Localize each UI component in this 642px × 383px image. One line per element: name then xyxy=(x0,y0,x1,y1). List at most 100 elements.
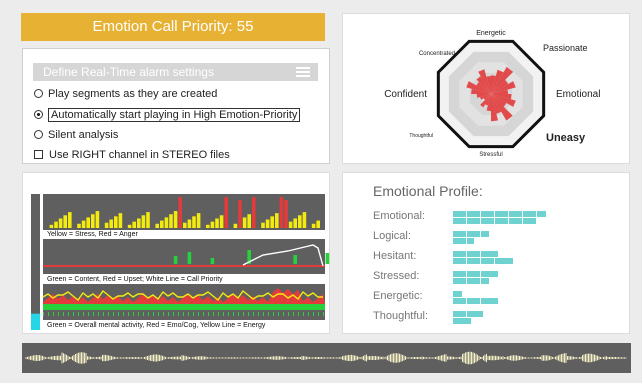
waveform-path xyxy=(25,351,627,365)
profile-bar-segment xyxy=(467,298,480,304)
profile-bar-segment xyxy=(509,211,522,217)
stress-bar xyxy=(238,200,242,228)
stress-bar xyxy=(265,219,270,228)
stress-bar xyxy=(288,221,293,228)
profile-bar-segment xyxy=(453,298,466,304)
stress-bar xyxy=(160,220,164,228)
alarm-settings-title: Define Real-Time alarm settings xyxy=(43,65,214,79)
profile-bar-segment xyxy=(453,251,466,257)
stress-bar xyxy=(49,224,54,228)
profile-bar-segment xyxy=(453,291,462,297)
activity-tick xyxy=(253,312,254,316)
radio-selected-icon[interactable] xyxy=(34,109,43,119)
profile-bar-segment xyxy=(495,258,513,264)
stress-bar xyxy=(247,214,251,228)
stress-bar xyxy=(178,197,182,228)
profile-bar-segment xyxy=(481,271,498,277)
profile-bar-segment xyxy=(467,311,483,317)
stress-bar xyxy=(63,215,67,228)
activity-tick xyxy=(188,312,189,316)
activity-tick xyxy=(93,312,94,316)
stress-bar xyxy=(224,197,228,228)
stress-bar xyxy=(210,221,215,228)
stress-bar xyxy=(192,216,196,228)
activity-tick xyxy=(298,312,299,316)
stress-bar xyxy=(293,218,297,228)
activity-tick xyxy=(168,312,169,316)
checkbox-right-channel[interactable]: Use RIGHT channel in STEREO files xyxy=(34,147,230,163)
graph3-caption: Green = Overall mental activity, Red = E… xyxy=(47,322,266,329)
stress-bar xyxy=(302,212,307,228)
alarm-settings-panel: Define Real-Time alarm settings Play seg… xyxy=(22,48,330,164)
stress-bar xyxy=(261,222,265,228)
profile-bar-segment xyxy=(481,298,498,304)
option-auto-play-high-priority[interactable]: Automatically start playing in High Emot… xyxy=(34,107,301,123)
activity-tick xyxy=(58,312,59,316)
checkbox-icon[interactable] xyxy=(34,149,43,159)
activity-tick xyxy=(308,312,309,316)
radio-icon[interactable] xyxy=(34,129,43,139)
option-label: Automatically start playing in High Emot… xyxy=(48,108,301,122)
profile-bar-segment xyxy=(467,218,480,224)
profile-label: Logical: xyxy=(373,230,411,242)
graph-area-2 xyxy=(43,239,325,274)
profile-bar-segment xyxy=(453,311,466,317)
stress-bar xyxy=(95,211,100,228)
profile-bar-segment xyxy=(481,251,498,257)
profile-bar-segment xyxy=(453,211,466,217)
profile-bar-segment xyxy=(467,278,480,284)
radar-label: Emotional xyxy=(556,89,600,100)
activity-tick xyxy=(323,312,324,316)
level-meter xyxy=(31,194,40,330)
activity-tick xyxy=(113,312,114,316)
profile-bar-segment xyxy=(453,271,466,277)
profile-bar-segment xyxy=(467,271,480,277)
profile-bar-segment xyxy=(453,258,466,264)
radio-icon[interactable] xyxy=(34,88,43,98)
activity-tick xyxy=(238,312,239,316)
graph1-caption: Yellow = Stress, Red = Anger xyxy=(47,231,138,238)
option-play-segments[interactable]: Play segments as they are created xyxy=(34,86,217,102)
activity-tick xyxy=(198,312,199,316)
option-silent-analysis[interactable]: Silent analysis xyxy=(34,127,118,143)
profile-label: Energetic: xyxy=(373,290,423,302)
profile-bar-segment xyxy=(495,218,508,224)
hamburger-menu-icon[interactable] xyxy=(296,67,310,77)
profile-bar-segment xyxy=(509,218,522,224)
stress-bar xyxy=(137,218,141,228)
level-meter-fill xyxy=(31,313,40,330)
activity-tick xyxy=(43,312,44,316)
activity-tick xyxy=(158,312,159,316)
stress-bar xyxy=(219,215,224,228)
activity-tick xyxy=(303,312,304,316)
stress-bar xyxy=(164,217,169,228)
stress-bar xyxy=(284,200,288,228)
activity-tick xyxy=(243,312,244,316)
profile-bar-segment xyxy=(467,238,474,244)
activity-tick xyxy=(278,312,279,316)
activity-tick xyxy=(68,312,69,316)
stress-bar xyxy=(68,212,72,228)
activity-tick xyxy=(138,312,139,316)
radar-label: Stressful xyxy=(479,152,502,158)
activity-tick xyxy=(73,312,74,316)
activity-tick xyxy=(183,312,184,316)
activity-tick xyxy=(208,312,209,316)
activity-tick xyxy=(173,312,174,316)
activity-tick xyxy=(103,312,104,316)
radar-label: Energetic xyxy=(476,30,506,37)
activity-tick xyxy=(283,312,284,316)
stress-bar xyxy=(187,219,192,228)
profile-bar-segment xyxy=(453,231,466,237)
activity-tick xyxy=(273,312,274,316)
audio-waveform[interactable] xyxy=(22,343,631,373)
profile-label: Thoughtful: xyxy=(373,310,429,322)
emotion-radar-chart: Energetic Passionate Emotional Uneasy Stress… xyxy=(384,30,600,158)
stress-bar xyxy=(91,214,95,228)
graph2-caption: Green = Content, Red = Upset; White Line… xyxy=(47,276,223,283)
radar-label: Uneasy xyxy=(546,132,586,144)
activity-tick xyxy=(268,312,269,316)
stress-bar xyxy=(81,220,86,228)
stress-bar xyxy=(270,216,274,228)
activity-tick xyxy=(213,312,214,316)
